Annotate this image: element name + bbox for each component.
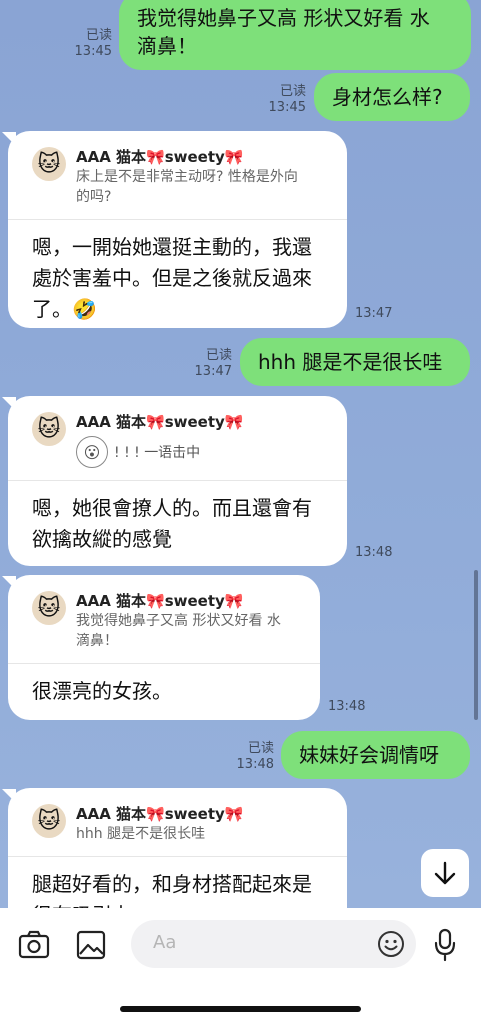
scrollbar[interactable] [474, 570, 478, 720]
incoming-message[interactable]: 🐱 AAA 猫本🎀sweety🎀 hhh 腿是不是很长哇 腿超好看的，和身材搭配… [8, 788, 347, 908]
reply-sticker-text: ! ! ! 一语击中 [114, 445, 201, 461]
incoming-message[interactable]: 🐱 AAA 猫本🎀sweety🎀 我觉得她鼻子又高 形状又好看 水 滴鼻！ 很漂… [8, 575, 320, 720]
message-text: 嗯，一開始她還挺主動的，我還 處於害羞中。但是之後就反過來 了。🤣 [32, 235, 312, 321]
message-time: 13:47 [355, 306, 393, 321]
reply-quote-text: 我觉得她鼻子又高 形状又好看 水 [76, 613, 281, 629]
reply-sender-name: AAA 猫本🎀sweety🎀 [76, 148, 244, 166]
reply-quote[interactable]: 🐱 AAA 猫本🎀sweety🎀 床上是不是非常主动呀? 性格是外向 的吗? [8, 131, 347, 220]
read-receipt: 已读 13:48 [236, 741, 274, 772]
gallery-button[interactable] [76, 930, 106, 960]
sticker-face-icon: 😮 [76, 436, 108, 468]
message-text: 嗯，她很會撩人的。而且還會有 欲擒故縱的感覺 [32, 496, 312, 551]
reply-quote[interactable]: 🐱 AAA 猫本🎀sweety🎀 hhh 腿是不是很长哇 [8, 788, 347, 857]
incoming-message[interactable]: 🐱 AAA 猫本🎀sweety🎀 床上是不是非常主动呀? 性格是外向 的吗? 嗯… [8, 131, 347, 328]
chat-area[interactable]: 已读 13:45 我觉得她鼻子又高 形状又好看 水 滴鼻！ 已读 13:45 身… [0, 0, 481, 908]
input-placeholder: Aa [153, 932, 177, 953]
outgoing-message[interactable]: hhh 腿是不是很长哇 [240, 338, 470, 386]
outgoing-message[interactable]: 妹妹好会调情呀 [281, 731, 470, 779]
image-icon [76, 930, 106, 960]
cat-avatar-icon: 🐱 [32, 412, 66, 446]
voice-button[interactable] [433, 928, 457, 962]
cat-avatar-icon: 🐱 [32, 147, 66, 181]
read-receipt: 已读 13:47 [194, 348, 232, 379]
reply-quote-text: hhh 腿是不是很长哇 [76, 826, 206, 842]
camera-icon [18, 930, 50, 959]
read-receipt: 已读 13:45 [74, 28, 112, 59]
emoji-icon [378, 931, 404, 957]
message-input[interactable]: Aa [131, 920, 416, 968]
home-indicator [120, 1006, 361, 1012]
reply-sender-name: AAA 猫本🎀sweety🎀 [76, 413, 244, 431]
input-bar: Aa [0, 908, 481, 1024]
reply-sender-name: AAA 猫本🎀sweety🎀 [76, 592, 244, 610]
reply-sender-name: AAA 猫本🎀sweety🎀 [76, 805, 244, 823]
reply-quote-text: 滴鼻！ [76, 633, 118, 649]
microphone-icon [434, 928, 456, 962]
incoming-message[interactable]: 🐱 AAA 猫本🎀sweety🎀 😮 ! ! ! 一语击中 嗯，她很會撩人的。而… [8, 396, 347, 566]
cat-avatar-icon: 🐱 [32, 591, 66, 625]
outgoing-message[interactable]: 我觉得她鼻子又高 形状又好看 水 滴鼻！ [119, 0, 471, 70]
message-text: 腿超好看的，和身材搭配起來是 很有吸引力 [32, 872, 312, 908]
outgoing-message[interactable]: 身材怎么样? [314, 73, 470, 121]
scroll-to-bottom-button[interactable] [421, 849, 469, 897]
camera-button[interactable] [18, 930, 50, 960]
cat-avatar-icon: 🐱 [32, 804, 66, 838]
reply-quote-text: 的吗? [76, 189, 112, 205]
emoji-button[interactable] [377, 930, 405, 958]
reply-quote[interactable]: 🐱 AAA 猫本🎀sweety🎀 😮 ! ! ! 一语击中 [8, 396, 347, 481]
reply-quote[interactable]: 🐱 AAA 猫本🎀sweety🎀 我觉得她鼻子又高 形状又好看 水 滴鼻！ [8, 575, 320, 664]
read-receipt: 已读 13:45 [268, 84, 306, 115]
message-text: 很漂亮的女孩。 [32, 679, 172, 703]
arrow-down-icon [434, 861, 456, 885]
reply-sticker: 😮 ! ! ! 一语击中 [76, 436, 329, 468]
message-time: 13:48 [328, 699, 366, 714]
reply-quote-text: 床上是不是非常主动呀? 性格是外向 [76, 169, 298, 185]
message-time: 13:48 [355, 545, 393, 560]
